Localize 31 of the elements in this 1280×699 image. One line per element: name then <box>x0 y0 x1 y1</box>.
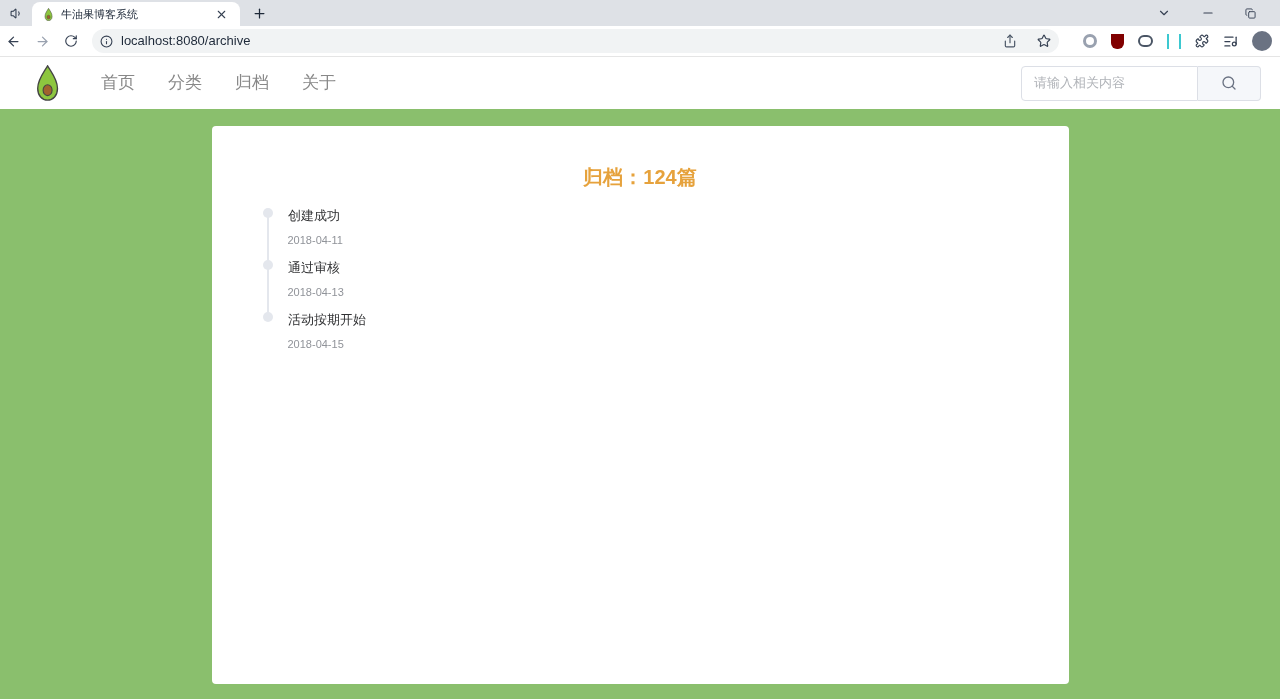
event-date: 2018-04-13 <box>287 284 344 300</box>
speaker-icon[interactable] <box>9 6 23 20</box>
ring-icon[interactable] <box>1083 34 1097 48</box>
search-icon <box>1221 75 1237 91</box>
forward-icon[interactable] <box>35 33 50 49</box>
event-title: 通过审核 <box>287 259 341 277</box>
event-date: 2018-04-15 <box>287 336 345 352</box>
star-icon[interactable] <box>1037 34 1051 48</box>
shield-icon[interactable] <box>1111 33 1124 49</box>
event-title: 创建成功 <box>287 207 341 225</box>
avatar-icon[interactable] <box>1252 31 1272 51</box>
address-bar[interactable]: localhost:8080/archive <box>92 29 1059 53</box>
avocado-logo <box>35 65 61 101</box>
search-field[interactable]: 请输入相关内容 <box>1021 65 1198 101</box>
nav-link[interactable]: 关于 <box>302 70 337 96</box>
nav-link[interactable]: 分类 <box>168 70 203 96</box>
puzzle-icon[interactable] <box>1195 34 1209 48</box>
reload-icon[interactable] <box>64 34 78 48</box>
playlist-icon[interactable] <box>1223 33 1238 49</box>
nav-link[interactable]: 归档 <box>235 70 270 96</box>
back-icon[interactable] <box>6 33 21 49</box>
restore-icon[interactable] <box>1245 7 1256 19</box>
new-tab-icon[interactable] <box>252 5 267 21</box>
archive-title: 归档：124篇 <box>582 165 698 190</box>
info-icon <box>100 34 113 48</box>
browser-tab[interactable]: 牛油果博客系统 <box>32 2 240 26</box>
share-icon[interactable] <box>1003 34 1017 48</box>
avocado-icon <box>44 7 54 21</box>
event-title: 活动按期开始 <box>287 311 366 329</box>
event-date: 2018-04-11 <box>287 232 343 248</box>
nav-link[interactable]: 首页 <box>101 70 136 96</box>
